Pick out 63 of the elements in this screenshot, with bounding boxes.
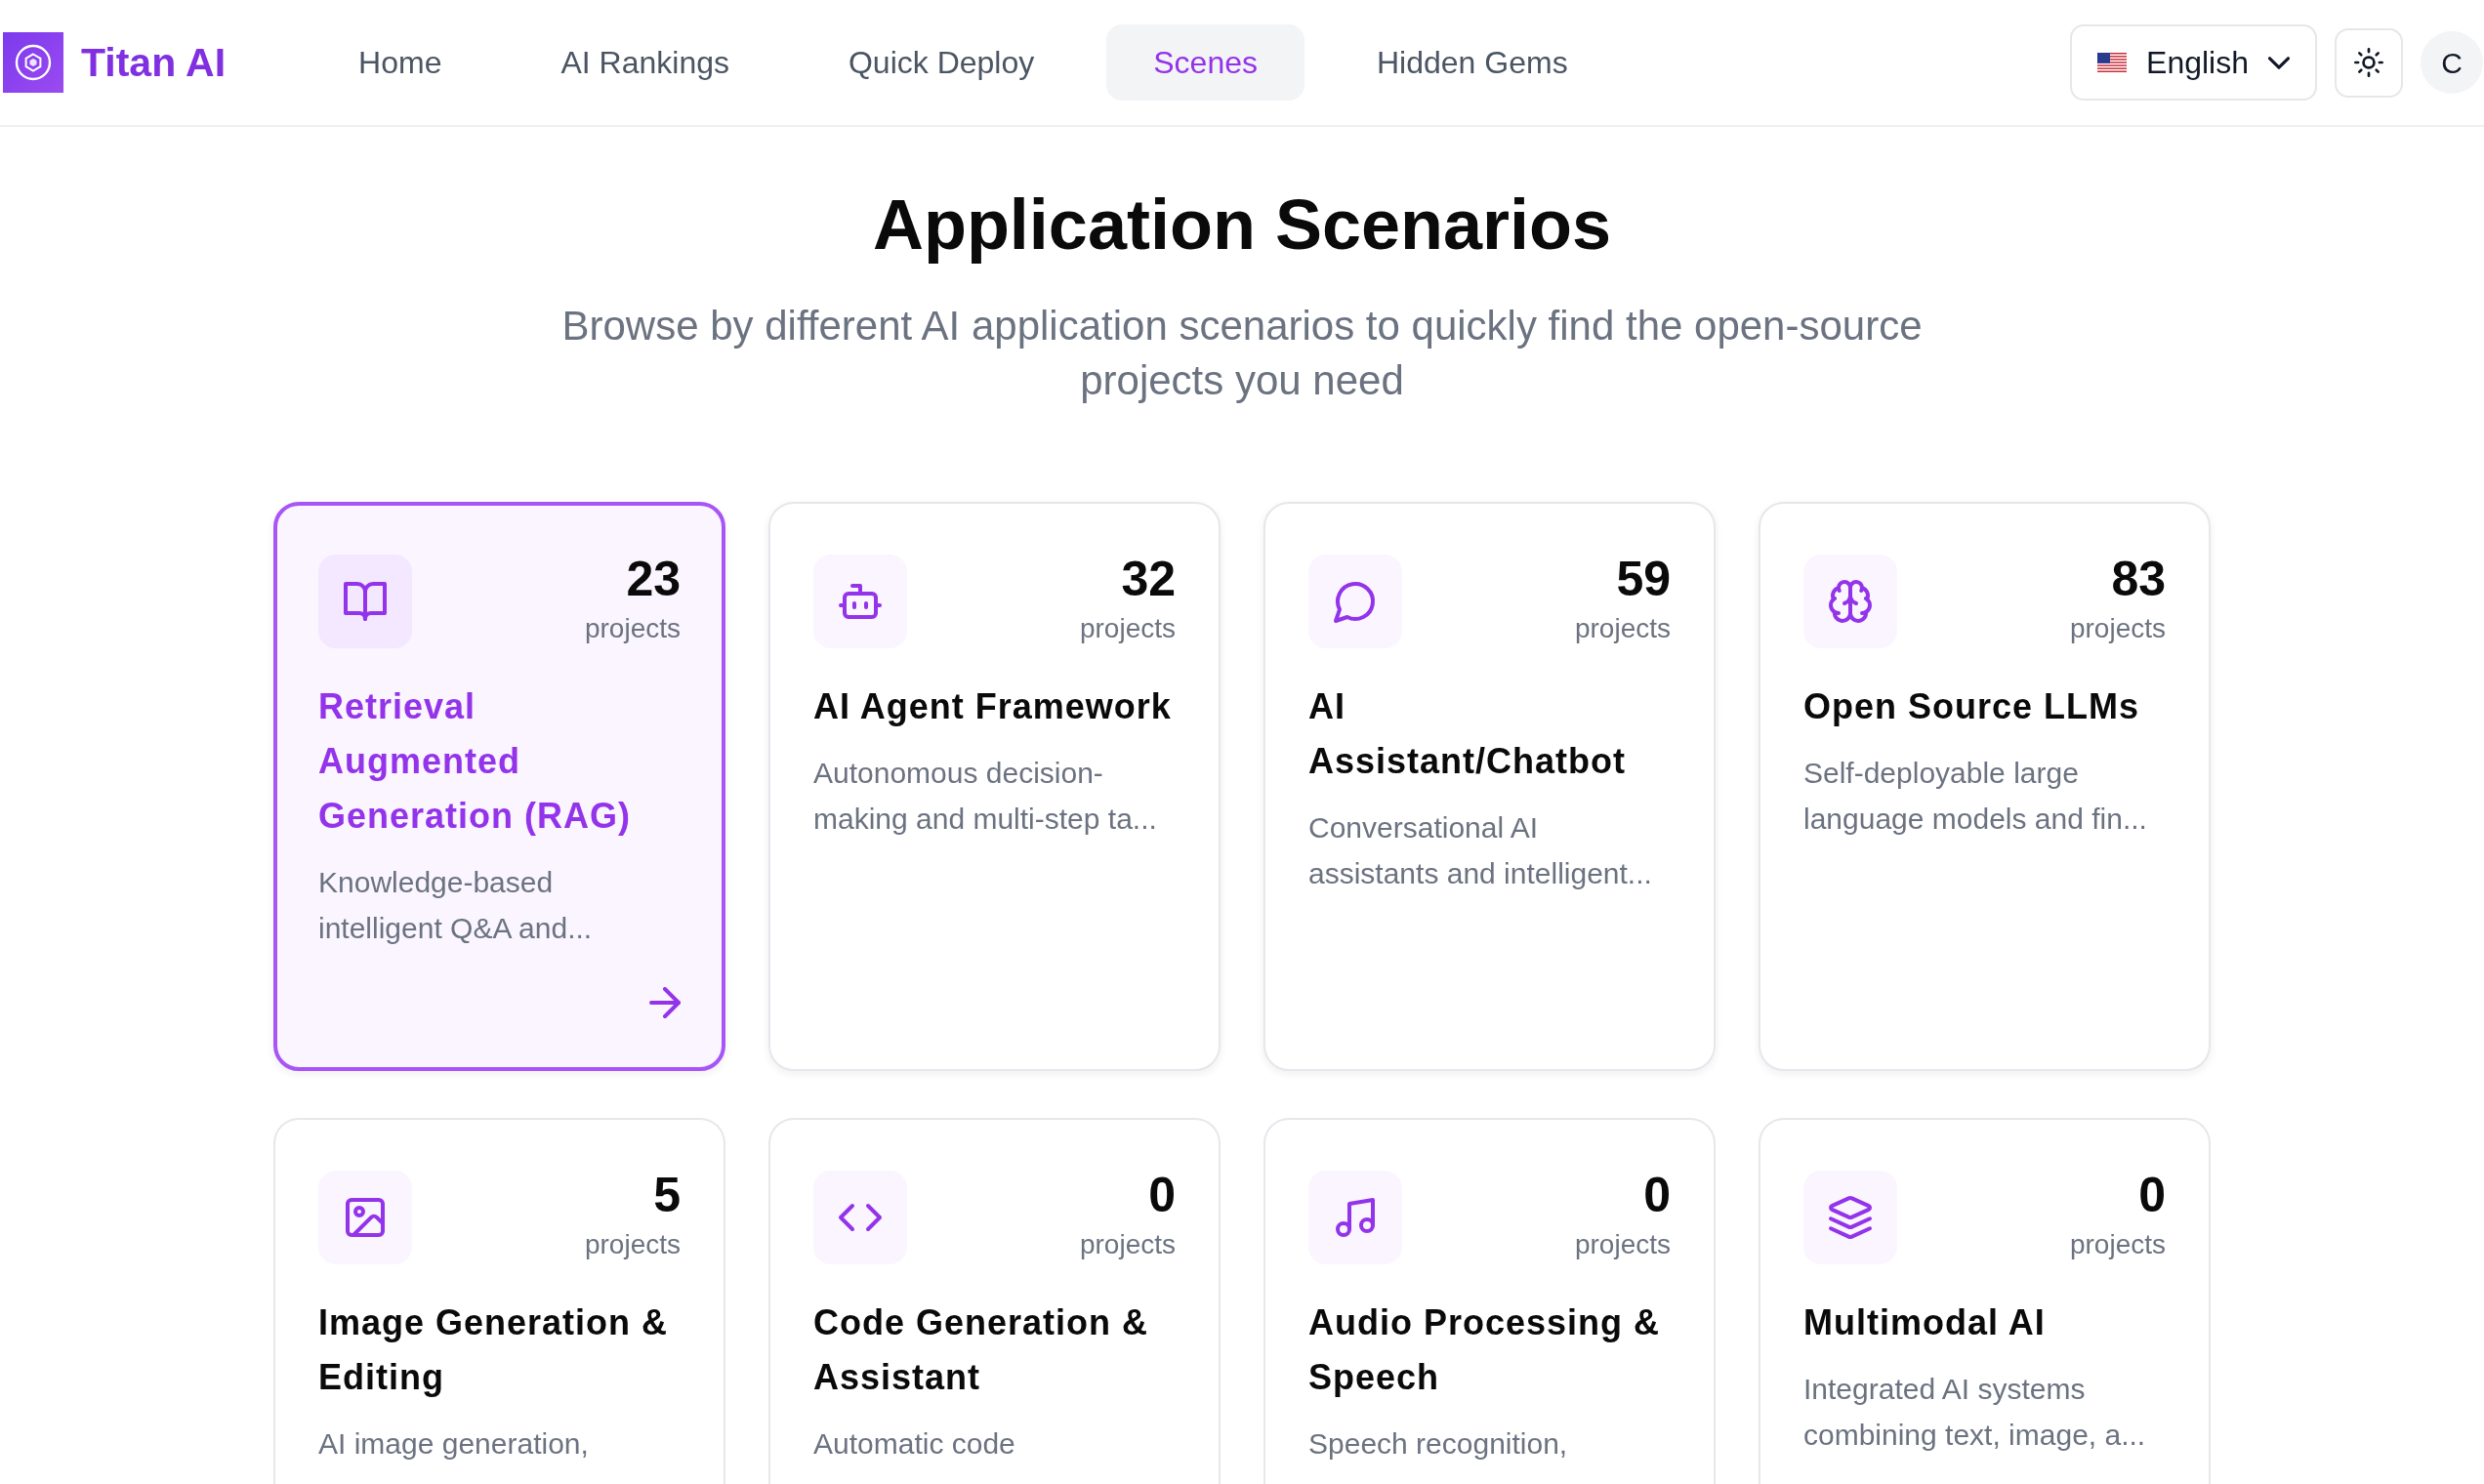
count-label: projects	[1574, 1228, 1671, 1261]
scenario-card[interactable]: 0 projects Code Generation & Assistant Automatic code	[768, 1118, 1221, 1484]
sun-icon	[2354, 48, 2383, 77]
scenario-card[interactable]: 32 projects AI Agent Framework Autonomous decision-making and multi-step ta...	[768, 502, 1221, 1071]
robot-icon	[813, 555, 907, 648]
picture-icon	[318, 1171, 412, 1264]
flag-icon	[2097, 53, 2128, 72]
page-title: Application Scenarios	[871, 185, 1613, 266]
nav-link[interactable]: AI Rankings	[514, 24, 776, 101]
scenario-title: Audio Processing & Speech	[1308, 1301, 1662, 1399]
scenario-title: Image Generation & Editing	[318, 1301, 670, 1399]
music-note-icon	[1308, 1171, 1402, 1264]
count-label: projects	[584, 612, 681, 645]
project-count: 0	[2137, 1171, 2166, 1219]
page-subtitle: Browse by different AI application scenarios to quickly find the open-source projects you need	[560, 302, 1924, 405]
brain-icon	[1803, 555, 1897, 648]
brand-name[interactable]: Titan AI	[81, 42, 227, 83]
scenario-title: Open Source LLMs	[1803, 685, 2141, 728]
scenario-title: AI Assistant/Chatbot	[1308, 685, 1628, 783]
project-count: 32	[1120, 555, 1176, 603]
count-label: projects	[2069, 1228, 2166, 1261]
project-count: 0	[1147, 1171, 1176, 1219]
layers-icon	[1803, 1171, 1897, 1264]
scenario-description: Speech recognition,	[1308, 1426, 1569, 1462]
nav-link[interactable]: Quick Deploy	[801, 24, 1082, 101]
scenario-card[interactable]: 0 projects Multimodal AI Integrated AI systems combining text, image, a...	[1759, 1118, 2211, 1484]
language-dropdown[interactable]: English	[2070, 24, 2317, 101]
scenario-card[interactable]: 0 projects Audio Processing & Speech Speech recognition,	[1263, 1118, 1716, 1484]
scenario-description: Autonomous decision-making and multi-step ta...	[813, 756, 1158, 837]
scenario-title: AI Agent Framework	[813, 685, 1173, 728]
scenario-card[interactable]: 23 projects Retrieval Augmented Generation (RAG) Knowledge-based intelligent Q&A and...	[273, 502, 725, 1071]
count-label: projects	[1574, 612, 1671, 645]
count-label: projects	[1079, 612, 1176, 645]
project-count: 5	[652, 1171, 681, 1219]
count-label: projects	[1079, 1228, 1176, 1261]
scenario-description: AI image generation,	[318, 1426, 590, 1462]
theme-toggle-button[interactable]	[2335, 27, 2403, 98]
count-label: projects	[584, 1228, 681, 1261]
nav-link[interactable]: Hidden Gems	[1330, 24, 1615, 101]
scenario-card[interactable]: 83 projects Open Source LLMs Self-deployable large language models and fin...	[1759, 502, 2211, 1071]
scenario-description: Knowledge-based intelligent Q&A and...	[318, 865, 594, 946]
count-label: projects	[2069, 612, 2166, 645]
scenario-description: Self-deployable large language models and fin...	[1803, 756, 2148, 837]
scenario-title: Retrieval Augmented Generation (RAG)	[318, 685, 632, 838]
scenario-description: Integrated AI systems combining text, image, a...	[1803, 1372, 2147, 1453]
scenario-card[interactable]: 59 projects AI Assistant/Chatbot Conversational AI assistants and intelligent...	[1263, 502, 1716, 1071]
chevron-down-icon	[2268, 56, 2290, 69]
project-count: 0	[1642, 1171, 1671, 1219]
scenario-card[interactable]: 5 projects Image Generation & Editing AI image generation,	[273, 1118, 725, 1484]
nav-link[interactable]: Home	[311, 24, 489, 101]
logo-icon[interactable]	[3, 32, 63, 93]
nav-link[interactable]: Scenes	[1106, 24, 1304, 101]
project-count: 83	[2110, 555, 2166, 603]
scenario-title: Multimodal AI	[1803, 1301, 2047, 1344]
open-book-icon	[318, 555, 412, 648]
scenario-description: Conversational AI assistants and intelligent...	[1308, 810, 1653, 891]
scenario-description: Automatic code	[813, 1426, 1016, 1462]
project-count: 23	[625, 555, 681, 603]
speech-bubble-icon	[1308, 555, 1402, 648]
avatar-button[interactable]: C	[2421, 31, 2483, 94]
code-brackets-icon	[813, 1171, 907, 1264]
scenario-title: Code Generation & Assistant	[813, 1301, 1150, 1399]
project-count: 59	[1615, 555, 1671, 603]
